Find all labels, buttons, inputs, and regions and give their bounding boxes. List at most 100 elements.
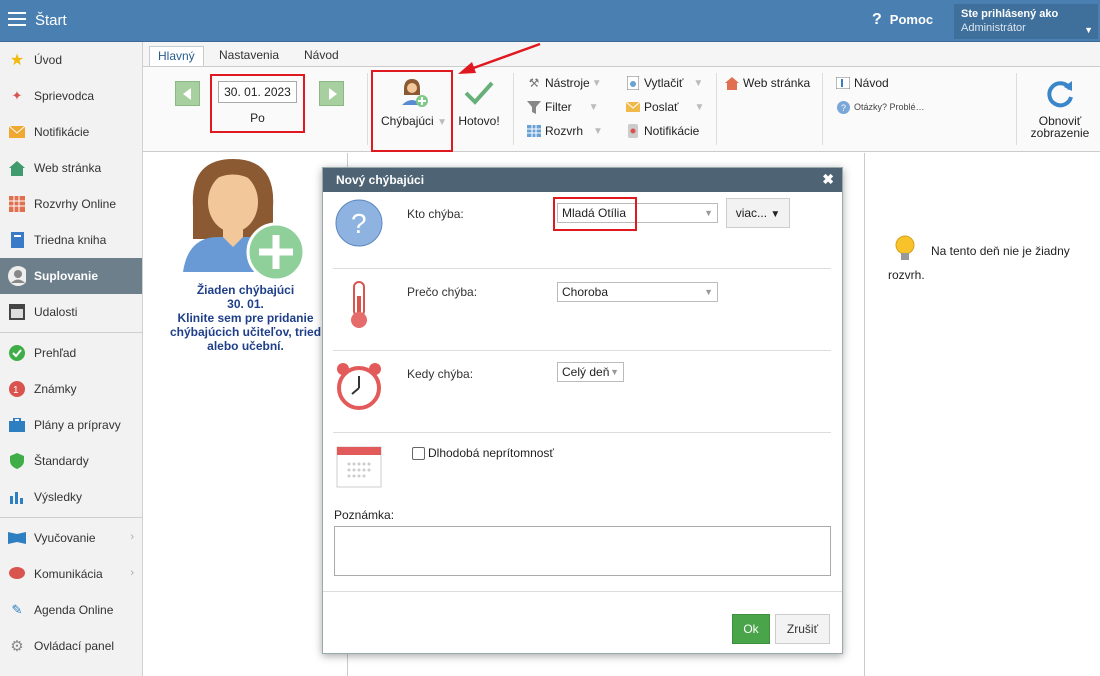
question-circle-icon: ?: [335, 199, 383, 247]
chat-icon: [8, 565, 26, 583]
ribbon-divider: [716, 73, 717, 145]
arrow-left-icon: [183, 88, 191, 100]
question-circle-icon: ?: [835, 100, 851, 114]
briefcase-icon: [8, 416, 26, 434]
sidebar: ★ Úvod ✦ Sprievodca Notifikácie Web stránk…: [0, 42, 143, 676]
phone-icon: [625, 124, 641, 138]
no-missing-message: Žiaden chýbajúci 30. 01. Klinite sem pre…: [169, 283, 322, 353]
ok-button[interactable]: Ok: [732, 614, 770, 644]
page-title: Štart: [35, 12, 67, 29]
row-divider: [333, 432, 831, 433]
thermometer-icon: [351, 281, 367, 328]
sidebar-item-komunikacia[interactable]: Komunikácia ›: [0, 556, 142, 592]
sidebar-item-notifikacie[interactable]: Notifikácie: [0, 114, 142, 150]
info-panel: Na tento deň nie je žiadny rozvrh.: [866, 153, 1100, 676]
tab-navod[interactable]: Návod: [296, 46, 347, 66]
person-icon: [8, 266, 26, 286]
sidebar-item-triedna-kniha[interactable]: Triedna kniha: [0, 222, 142, 258]
why-select[interactable]: Choroba ▼: [557, 282, 718, 302]
ribbon-divider: [513, 73, 514, 145]
sidebar-divider: [0, 517, 142, 518]
dropdown-arrow-icon: ▼: [693, 77, 704, 89]
sidebar-item-vyucovanie[interactable]: Vyučovanie ›: [0, 520, 142, 556]
book-icon: [8, 231, 26, 249]
alarm-clock-icon: [337, 363, 381, 410]
next-day-button[interactable]: [319, 81, 344, 106]
sidebar-item-agenda[interactable]: ✎ Agenda Online: [0, 592, 142, 628]
user-menu[interactable]: Ste prihlásený ako Administrátor ▼: [954, 4, 1098, 39]
sidebar-item-udalosti[interactable]: Udalosti: [0, 294, 142, 330]
dropdown-arrow-icon: ▼: [591, 77, 602, 89]
sidebar-item-rozvrhy[interactable]: Rozvrhy Online: [0, 186, 142, 222]
sidebar-item-standardy[interactable]: Štandardy: [0, 443, 142, 479]
note-label: Poznámka:: [334, 508, 395, 522]
note-textarea[interactable]: [334, 526, 831, 576]
chevron-right-icon: ›: [130, 567, 134, 579]
print-menu[interactable]: Vytlačiť ▼: [625, 76, 703, 90]
send-menu[interactable]: Poslať ▼: [625, 100, 704, 114]
envelope-icon: [8, 123, 26, 141]
dialog-title: Nový chýbajúci: [336, 173, 425, 187]
dropdown-arrow-icon: ▼: [610, 367, 619, 377]
annotation-arrow: [458, 42, 541, 74]
print-icon: [625, 76, 641, 90]
menu-icon[interactable]: [8, 12, 26, 28]
chevron-right-icon: ›: [130, 531, 134, 543]
filter-menu[interactable]: Filter ▼: [526, 100, 599, 114]
sidebar-item-plany[interactable]: Plány a prípravy: [0, 407, 142, 443]
row-divider: [333, 268, 831, 269]
tab-hlavny[interactable]: Hlavný: [149, 46, 204, 66]
grid-icon: [526, 124, 542, 138]
sidebar-item-prehlad[interactable]: Prehľad: [0, 335, 142, 371]
dialog-footer: Ok Zrušiť: [323, 591, 842, 653]
close-icon[interactable]: ✖: [822, 171, 834, 188]
filter-icon: [526, 100, 542, 114]
when-label: Kedy chýba:: [407, 367, 474, 381]
grid-icon: [8, 195, 26, 213]
ribbon-divider: [822, 73, 823, 145]
calendar-icon: [336, 446, 382, 488]
sidebar-item-uvod[interactable]: ★ Úvod: [0, 42, 142, 78]
new-missing-dialog: Nový chýbajúci ✖ ? Kto chýba: Mladá Otíl…: [322, 167, 843, 654]
done-button[interactable]: Hotovo!: [457, 79, 501, 128]
pen-icon: ✎: [11, 602, 23, 617]
when-select[interactable]: Celý deň ▼: [557, 362, 624, 382]
dropdown-arrow-icon: ▼: [770, 209, 781, 220]
sidebar-item-znamky[interactable]: 1 Známky: [0, 371, 142, 407]
tab-nastavenia[interactable]: Nastavenia: [211, 46, 287, 66]
highlight-box: [553, 197, 637, 231]
checkbox[interactable]: [412, 446, 425, 460]
refresh-button[interactable]: Obnoviť zobrazenie: [1027, 77, 1093, 139]
envelope-icon: [625, 100, 641, 114]
house-icon: [724, 76, 740, 90]
wand-icon: ✦: [11, 88, 23, 103]
dialog-header: Nový chýbajúci ✖: [323, 168, 842, 192]
highlight-box: [371, 70, 453, 152]
long-term-checkbox[interactable]: Dlhodobá neprítomnosť: [412, 446, 554, 460]
question-icon: ?: [872, 11, 882, 28]
schedule-menu[interactable]: Rozvrh ▼: [526, 124, 603, 138]
questions-link[interactable]: ? Otázky? Problé…: [835, 100, 925, 114]
sidebar-item-suplovanie[interactable]: Suplovanie: [0, 258, 142, 294]
dropdown-arrow-icon: ▼: [704, 208, 713, 218]
row-divider: [333, 350, 831, 351]
help-button[interactable]: ? Pomoc: [872, 11, 933, 29]
sidebar-item-web[interactable]: Web stránka: [0, 150, 142, 186]
refresh-icon: [1047, 81, 1073, 108]
missing-panel[interactable]: Žiaden chýbajúci 30. 01. Klinite sem pre…: [143, 153, 348, 676]
notifications-button[interactable]: Notifikácie: [625, 124, 699, 138]
star-icon: ★: [9, 52, 25, 69]
guide-button[interactable]: Návod: [835, 76, 889, 90]
sidebar-item-vysledky[interactable]: Výsledky: [0, 479, 142, 515]
shield-icon: [8, 452, 26, 470]
cancel-button[interactable]: Zrušiť: [775, 614, 830, 644]
checkmark-icon: [464, 81, 494, 105]
sidebar-item-ovladaci-panel[interactable]: ⚙ Ovládací panel: [0, 628, 142, 664]
previous-day-button[interactable]: [175, 81, 200, 106]
dropdown-arrow-icon: ▼: [588, 101, 599, 113]
sidebar-item-sprievodca[interactable]: ✦ Sprievodca: [0, 78, 142, 114]
svg-text:?: ?: [841, 103, 846, 113]
ribbon-tabs: Hlavný Nastavenia Návod: [143, 42, 1100, 66]
web-page-button[interactable]: Web stránka: [724, 76, 810, 90]
more-button[interactable]: viac... ▼: [726, 198, 790, 228]
